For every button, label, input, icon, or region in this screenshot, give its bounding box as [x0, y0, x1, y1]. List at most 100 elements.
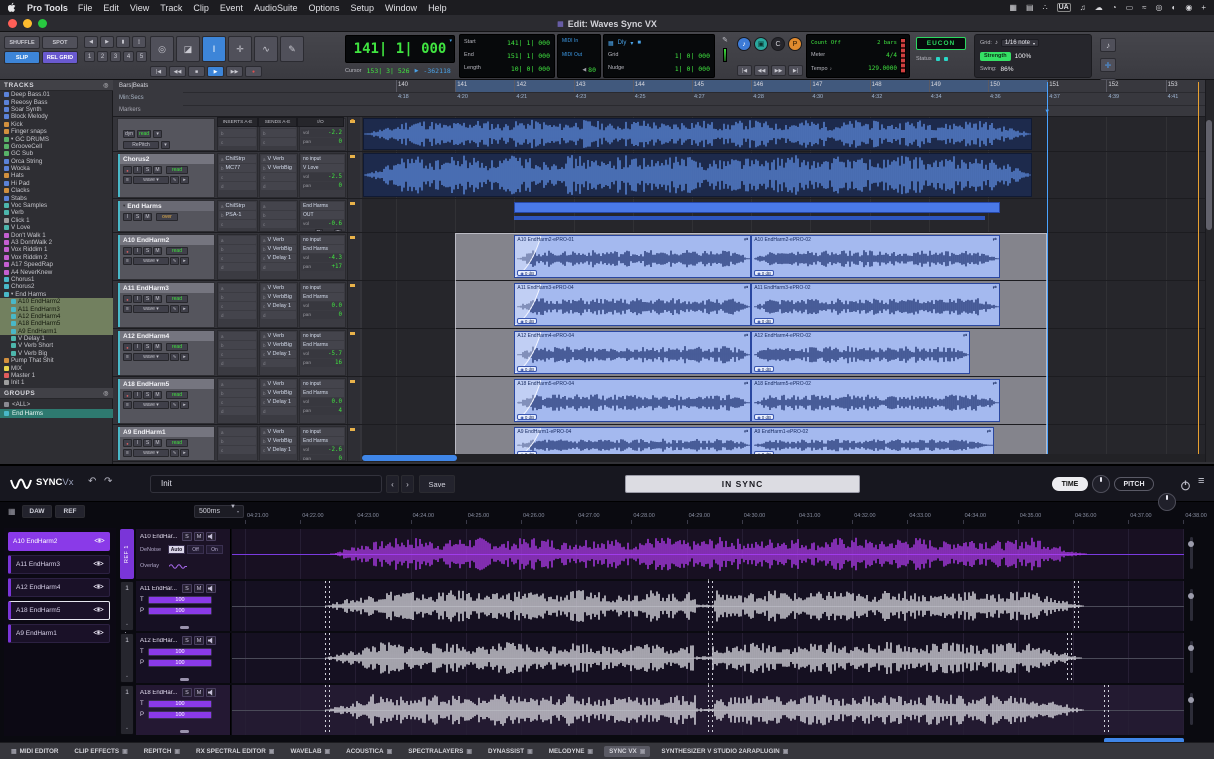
sends-slot[interactable]: cV Delay 1: [261, 254, 296, 262]
visibility-eye-icon[interactable]: [93, 606, 104, 615]
inserts-slot[interactable]: b: [219, 389, 256, 397]
clip-loop-icon[interactable]: ⇄: [987, 429, 991, 435]
sync-marker[interactable]: [712, 633, 713, 683]
audio-clip-a10-endharm2-epro-01[interactable]: A10 EndHarm2-ePRO-01◉0 dB⇄: [514, 235, 751, 278]
undo-icon[interactable]: ↶: [88, 476, 96, 487]
inserts-slot[interactable]: aChilStrp: [219, 155, 256, 163]
input-monitor-button[interactable]: I: [133, 295, 142, 303]
io-output[interactable]: End Harms: [301, 389, 344, 397]
mute-button[interactable]: M: [194, 532, 204, 541]
sends-slot[interactable]: a: [261, 202, 296, 210]
solo-button[interactable]: S: [143, 439, 152, 447]
sync-marker[interactable]: [708, 685, 709, 735]
edit-mode-shuffle[interactable]: SHUFFLE: [4, 36, 40, 49]
inserts-slot[interactable]: a: [219, 428, 256, 436]
pencil-icon[interactable]: ✎: [722, 36, 728, 44]
clip-gain-badge[interactable]: ◉0 dB: [754, 318, 774, 324]
track-head[interactable]: A10 EndHarm2●ISMread≡wave ▾∿▸: [117, 234, 215, 280]
trim-tool-button[interactable]: ◪: [176, 36, 200, 62]
sends-slot[interactable]: c: [261, 138, 296, 146]
clip-loop-icon[interactable]: ⇄: [744, 237, 748, 243]
track-list-item-init-1[interactable]: Init 1: [0, 379, 113, 386]
time-slider[interactable]: 100: [148, 700, 212, 708]
pitch-mode-button[interactable]: PITCH: [1114, 477, 1154, 491]
track-list-item-a4-neverknew[interactable]: A4 NeverKnew: [0, 268, 113, 275]
menu-clip[interactable]: Clip: [193, 3, 209, 13]
clock-icon[interactable]: ◔: [1112, 3, 1117, 12]
chevron-down-icon[interactable]: ▾: [630, 40, 633, 47]
selection-panel[interactable]: Start141| 1| 000 End151| 1| 000 Length10…: [459, 34, 555, 78]
timebase-icon[interactable]: ≡: [123, 257, 132, 265]
grid-value-label[interactable]: Grid: [608, 52, 618, 60]
sync-marker[interactable]: [1108, 685, 1109, 735]
sends-slot[interactable]: bV VerbBig: [261, 389, 296, 397]
taskbar-item-dynassist[interactable]: DYNASSIST▣: [483, 746, 538, 757]
track-list-item-click-1[interactable]: Click 1: [0, 217, 113, 224]
audio-clip-a11-endharm3-epro-04[interactable]: A11 EndHarm3-ePRO-04◉0 dB⇄: [514, 283, 751, 326]
taskbar-item-acoustica[interactable]: ACOUSTICA▣: [341, 746, 397, 757]
track-list-item-clacks[interactable]: Clacks: [0, 187, 113, 194]
forward-bar-button[interactable]: ▶▶: [771, 65, 786, 76]
go-to-start-button[interactable]: |◀: [737, 65, 752, 76]
visibility-eye-icon[interactable]: [94, 537, 105, 546]
zoom-out-arrow[interactable]: ◀: [84, 36, 98, 48]
elastic-audio-button[interactable]: ∿: [170, 353, 179, 361]
clip-loop-icon[interactable]: ⇄: [963, 333, 967, 339]
slider-handle[interactable]: [180, 678, 189, 681]
sends-slot[interactable]: bV VerbBig: [261, 341, 296, 349]
clip-loop-icon[interactable]: ⇄: [993, 237, 997, 243]
sends-slot[interactable]: bV VerbBig: [261, 437, 296, 445]
sends-slot[interactable]: d: [261, 359, 296, 367]
sends-slot[interactable]: bV VerbBig: [261, 245, 296, 253]
menu-view[interactable]: View: [130, 3, 149, 13]
audio-clip-a11-endharm3-epro-02[interactable]: A11 EndHarm3-ePRO-02◉0 dB⇄: [751, 283, 1000, 326]
solo-button[interactable]: S: [143, 295, 152, 303]
menu-help[interactable]: Help: [428, 3, 447, 13]
track-lane[interactable]: A12 EndHarm4-ePRO-04◉0 dB⇄A12 EndHarm4-e…: [362, 329, 1205, 376]
mute-button[interactable]: M: [194, 688, 204, 697]
mute-button[interactable]: M: [153, 343, 162, 351]
tempo-meter-panel[interactable]: Count Off2 bars Meter4/4 Tempo♪129.0000: [806, 34, 910, 78]
sync-marker[interactable]: [329, 685, 330, 735]
edit-mode-spot[interactable]: SPOT: [42, 36, 78, 49]
menu-file[interactable]: File: [78, 3, 93, 13]
track-view-selector[interactable]: wave ▾: [133, 257, 169, 265]
dyn-button[interactable]: dyn: [123, 130, 135, 138]
automation-strip[interactable]: [347, 281, 360, 328]
clip-gain-badge[interactable]: ◉0 dB: [517, 270, 537, 276]
track-list-item-voc-samples[interactable]: Voc Samples: [0, 202, 113, 209]
playlist-arrow-icon[interactable]: ▸: [180, 353, 189, 361]
plugin-timeline-ruler[interactable]: 04:21.0004:22.0004:23.0004:24.0004:25.00…: [232, 504, 1184, 524]
pitch-slider[interactable]: 100: [148, 659, 212, 667]
taskbar-item-sync-vx[interactable]: SYNC VX▣: [604, 746, 650, 757]
sync-marker[interactable]: [325, 685, 326, 735]
insertion-follows-icon[interactable]: ■: [637, 40, 641, 46]
counter-menu-icon[interactable]: ▾: [449, 38, 452, 44]
track-head[interactable]: A12 EndHarm4●ISMread≡wave ▾∿▸: [117, 330, 215, 376]
zoom-preset-1[interactable]: 1: [84, 51, 95, 62]
pan-chip[interactable]: P: [334, 229, 342, 232]
track-list-item-a3-dontwalk-2[interactable]: A3 DontWalk 2: [0, 239, 113, 246]
back-bar-button[interactable]: ◀◀: [754, 65, 769, 76]
zoom-preset-5[interactable]: 5: [136, 51, 147, 62]
track-list-item-hi-pad[interactable]: Hi Pad: [0, 180, 113, 187]
io-input[interactable]: no input: [301, 380, 344, 388]
taskbar-item-rx-spectral-editor[interactable]: RX SPECTRAL EDITOR▣: [191, 746, 279, 757]
playlist-arrow-icon[interactable]: ▸: [180, 449, 189, 457]
pre-roll-toggle[interactable]: P: [788, 37, 802, 51]
track-list-item-orca-string[interactable]: Orca String: [0, 158, 113, 165]
lane-zoom-thumb[interactable]: [1188, 645, 1194, 651]
record-arm-button[interactable]: ●: [123, 166, 132, 174]
sync-marker[interactable]: [712, 581, 713, 631]
tracks-panel-header[interactable]: TRACKS ◎: [0, 80, 113, 91]
taskbar-item-clip-effects[interactable]: CLIP EFFECTS▣: [69, 746, 132, 757]
sends-slot[interactable]: cV Delay 1: [261, 446, 296, 454]
group-item-all[interactable]: <ALL>: [0, 400, 113, 409]
solo-button[interactable]: S: [182, 532, 192, 541]
speaker-button[interactable]: [206, 636, 216, 645]
track-list-item-hats[interactable]: Hats: [0, 172, 113, 179]
taskbar-item-melodyne[interactable]: MELODYNE▣: [544, 746, 598, 757]
automation-mode-button[interactable]: read: [166, 439, 188, 447]
taskbar-item-repitch[interactable]: REPITCH▣: [139, 746, 185, 757]
plugin-sidebar-track-a18-endharm5[interactable]: A18 EndHarm5: [8, 601, 110, 620]
